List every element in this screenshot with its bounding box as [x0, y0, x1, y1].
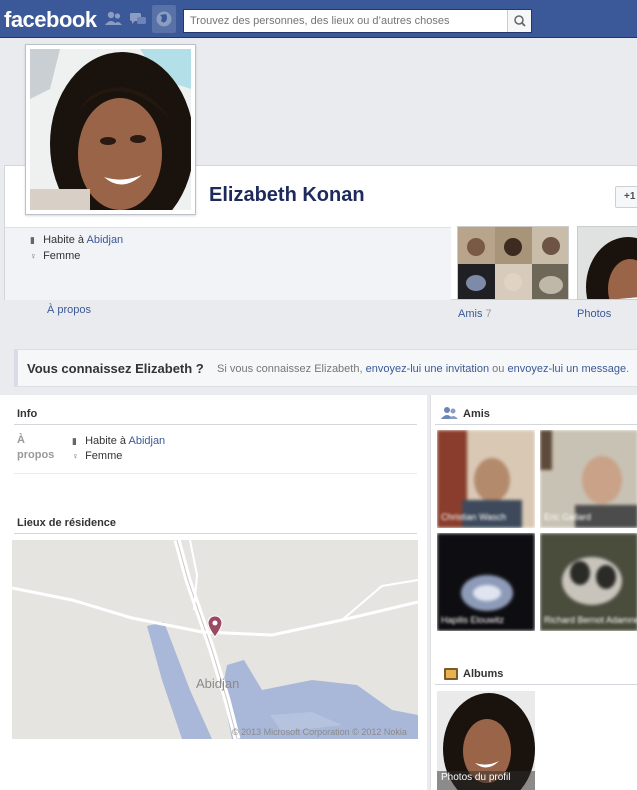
friend-name[interactable]: Richard Bernot Adamne — [544, 615, 637, 625]
add-friend-button[interactable]: +1 — [615, 186, 637, 208]
friends-label[interactable]: Amis 7 — [458, 308, 492, 320]
search-input[interactable] — [184, 10, 506, 32]
info-divider — [14, 424, 417, 425]
profile-photo-image — [30, 49, 194, 236]
top-navigation-bar: facebook — [0, 0, 637, 38]
info-section-title: Info — [17, 408, 38, 420]
house-icon: ▮ — [30, 235, 35, 245]
search-button[interactable] — [507, 10, 531, 32]
about-tab-link[interactable]: À propos — [47, 304, 91, 316]
profile-photos-album[interactable]: Photos du profil — [437, 691, 535, 790]
friends-count: 7 — [485, 308, 492, 320]
photos-preview-image — [578, 227, 637, 299]
albums-icon — [443, 667, 459, 684]
friends-section-title: Amis — [463, 408, 490, 420]
map-city-label: Abidjan — [196, 676, 240, 691]
info-fact-prefix: Habite à — [85, 435, 129, 447]
gender-icon: ♀ — [72, 451, 79, 461]
friend-name[interactable]: Eric Gallard — [544, 512, 591, 522]
about-label: À propos — [17, 433, 54, 463]
friend-name[interactable]: Christian Wasch — [441, 512, 506, 522]
info-bottom-divider — [14, 473, 417, 474]
search-box — [183, 9, 532, 33]
friends-collage-image — [458, 227, 568, 299]
know-text: Si vous connaissez Elizabeth, envoyez-lu… — [217, 363, 629, 375]
fact-gender: ♀ Femme — [30, 250, 80, 262]
residence-map[interactable] — [12, 540, 418, 739]
photos-thumbnail[interactable] — [577, 226, 637, 300]
friends-link[interactable]: Amis — [458, 308, 482, 320]
notifications-globe-icon[interactable] — [152, 5, 176, 33]
send-invitation-link[interactable]: envoyez-lui une invitation — [366, 363, 490, 375]
know-text-start: Si vous connaissez Elizabeth, — [217, 363, 366, 375]
album-title[interactable]: Photos du profil — [441, 772, 511, 783]
friend-tile[interactable]: Christian Wasch — [437, 430, 535, 528]
albums-section-title: Albums — [463, 668, 504, 680]
know-title: Vous connaissez Elizabeth ? — [27, 361, 204, 376]
info-fact-gender: ♀ Femme — [72, 450, 122, 462]
city-link[interactable]: Abidjan — [86, 234, 123, 246]
house-icon: ▮ — [72, 436, 77, 446]
facebook-logo[interactable]: facebook — [4, 7, 97, 33]
profile-name[interactable]: Elizabeth Konan — [209, 184, 365, 207]
about-label-line2: propos — [17, 449, 55, 461]
about-label-line1: À — [17, 434, 25, 446]
map-image — [12, 540, 418, 739]
send-message-link[interactable]: envoyez-lui un message — [507, 363, 626, 375]
photos-link[interactable]: Photos — [577, 308, 611, 320]
know-text-end: . — [626, 363, 630, 375]
search-icon — [514, 15, 526, 27]
friend-tile[interactable]: Hapilis Elouwitz — [437, 533, 535, 631]
friends-icon — [441, 406, 459, 423]
gender-icon: ♀ — [30, 251, 37, 261]
profile-picture[interactable] — [25, 44, 196, 236]
friends-thumbnail-grid[interactable] — [457, 226, 569, 300]
fact-prefix: Habite à — [43, 234, 87, 246]
albums-divider — [435, 684, 637, 685]
map-pin-icon[interactable] — [206, 615, 224, 639]
know-person-bar: Vous connaissez Elizabeth ? Si vous conn… — [14, 349, 637, 387]
friends-divider — [435, 424, 637, 425]
places-section-title: Lieux de résidence — [17, 517, 117, 529]
friend-tile[interactable]: Richard Bernot Adamne — [540, 533, 637, 631]
map-credit: © 2013 Microsoft Corporation © 2012 Noki… — [232, 727, 407, 737]
info-fact-gender-text: Femme — [85, 450, 123, 462]
know-text-mid: ou — [489, 363, 508, 375]
fact-lives-in: ▮ Habite à Abidjan — [30, 234, 123, 246]
places-divider — [14, 533, 417, 534]
info-city-link[interactable]: Abidjan — [128, 435, 165, 447]
fact-gender-text: Femme — [43, 250, 81, 262]
friend-tile[interactable]: Eric Gallard — [540, 430, 637, 528]
friend-requests-icon[interactable] — [104, 9, 124, 29]
messages-icon[interactable] — [128, 9, 148, 29]
friend-name[interactable]: Hapilis Elouwitz — [441, 615, 504, 625]
info-fact-lives-in: ▮ Habite à Abidjan — [72, 435, 165, 447]
